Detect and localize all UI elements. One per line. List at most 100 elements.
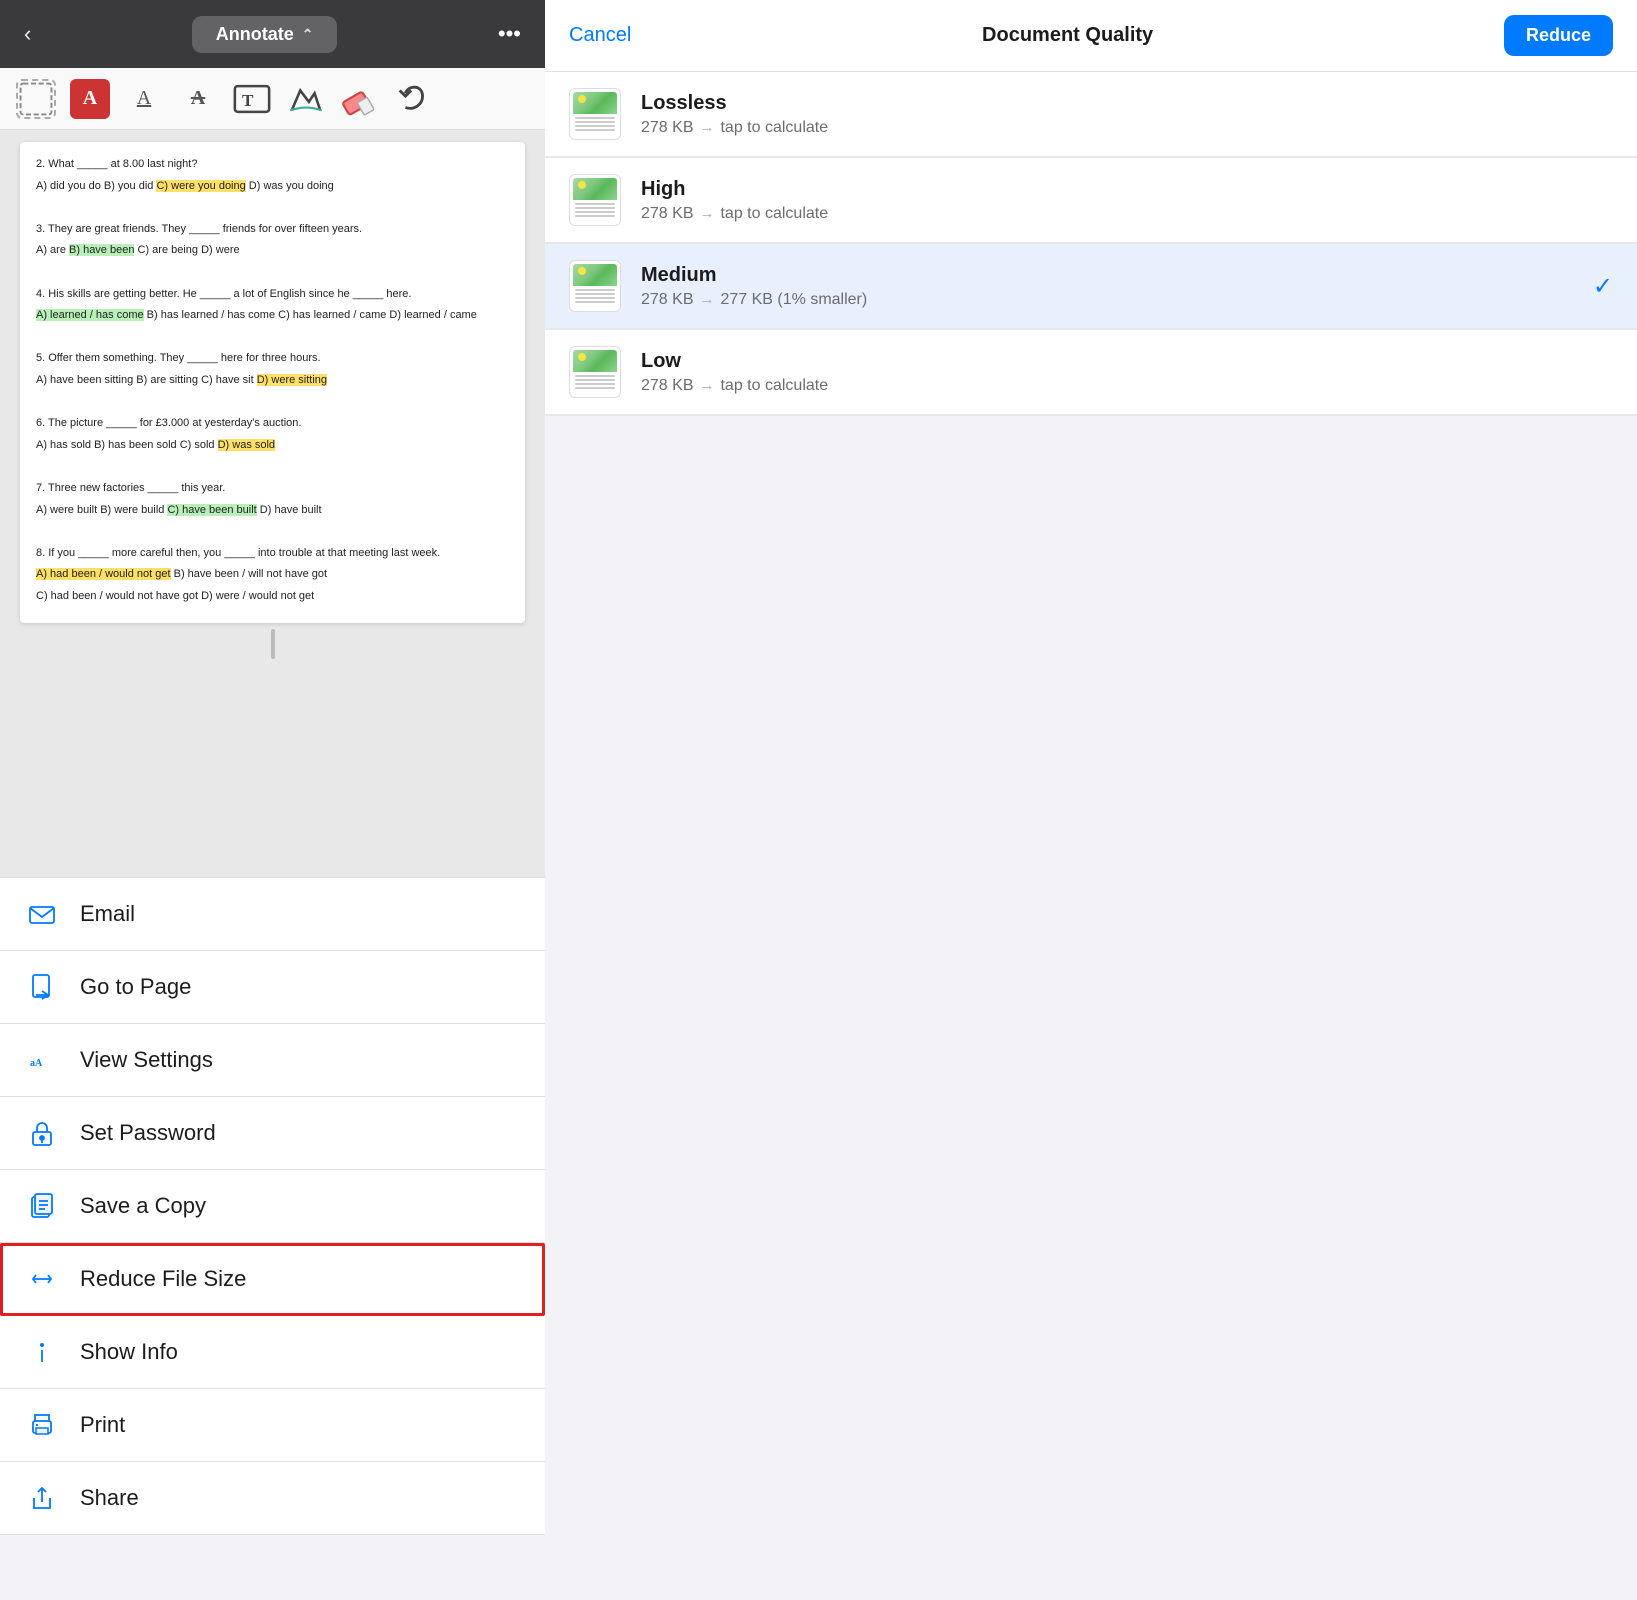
thumb-line [575,297,615,299]
thumbnail-lines [573,286,617,306]
high-info: High 278 KB → tap to calculate [641,178,1613,223]
thumb-line [575,301,615,303]
menu-item-share[interactable]: Share [0,1462,545,1535]
text-box-button[interactable]: T [232,79,272,119]
eraser-button[interactable] [340,79,380,119]
email-icon [24,896,60,932]
doc-line [36,458,509,476]
view-settings-icon: aA [24,1042,60,1078]
doc-line: 3. They are great friends. They _____ fr… [36,221,509,239]
undo-button[interactable] [394,79,434,119]
show-info-label: Show Info [80,1339,178,1365]
reduce-button[interactable]: Reduce [1504,15,1613,56]
doc-line: 7. Three new factories _____ this year. [36,480,509,498]
draw-tool-button[interactable] [286,79,326,119]
document-preview: 2. What _____ at 8.00 last night? A) did… [0,130,545,877]
thumb-line [575,203,615,205]
menu-item-set-password[interactable]: Set Password [0,1097,545,1170]
menu-item-save-a-copy[interactable]: Save a Copy [0,1170,545,1243]
doc-line: 8. If you _____ more careful then, you _… [36,545,509,563]
selected-checkmark-icon: ✓ [1593,272,1613,301]
medium-arrow: → [699,291,714,308]
more-options-button[interactable]: ••• [490,17,529,51]
text-red-icon: A [83,87,97,110]
low-size-from: 278 KB [641,377,693,395]
low-arrow: → [699,377,714,394]
scrollbar[interactable] [271,629,275,659]
thumb-line [575,293,615,295]
thumb-line [575,117,615,119]
share-icon [24,1480,60,1516]
thumb-line [575,379,615,381]
doc-line: A) were built B) were build C) have been… [36,502,509,520]
doc-line [36,329,509,347]
cancel-button[interactable]: Cancel [569,24,631,47]
menu-item-print[interactable]: Print [0,1389,545,1462]
annotate-title-button[interactable]: Annotate ⌃ [192,16,338,53]
menu-item-email[interactable]: Email [0,877,545,951]
text-outline-button[interactable]: A [124,79,164,119]
high-size: 278 KB → tap to calculate [641,205,1613,223]
save-a-copy-icon [24,1188,60,1224]
thumbnail-lines [573,372,617,392]
selection-tool-button[interactable] [16,79,56,119]
lossless-size-to: tap to calculate [720,119,828,137]
doc-line: A) had been / would not get B) have been… [36,566,509,584]
annotate-title-label: Annotate [216,24,294,45]
toolbar-title-container: Annotate ⌃ [51,16,478,53]
menu-item-show-info[interactable]: Show Info [0,1316,545,1389]
doc-line: 6. The picture _____ for £3.000 at yeste… [36,415,509,433]
menu-item-reduce-file-size[interactable]: Reduce File Size [0,1243,545,1316]
text-outline-icon: A [137,87,151,110]
thumb-line [575,121,615,123]
quality-option-lossless[interactable]: Lossless 278 KB → tap to calculate [545,72,1637,157]
doc-line: 5. Offer them something. They _____ here… [36,350,509,368]
low-size: 278 KB → tap to calculate [641,377,1613,395]
svg-text:aA: aA [30,1058,43,1069]
lossless-thumbnail [569,88,621,140]
lossless-size: 278 KB → tap to calculate [641,119,1613,137]
thumbnail-image [573,264,617,286]
go-to-page-icon [24,969,60,1005]
text-highlight-red-button[interactable]: A [70,79,110,119]
lossless-size-from: 278 KB [641,119,693,137]
doc-line: 4. His skills are getting better. He ___… [36,286,509,304]
left-panel: ‹ Annotate ⌃ ••• A A A T [0,0,545,1600]
thumbnail-image [573,92,617,114]
thumb-line [575,125,615,127]
text-strikethrough-button[interactable]: A [178,79,218,119]
menu-list: Email Go to Page aA View Settings [0,877,545,1600]
print-label: Print [80,1412,125,1438]
menu-item-go-to-page[interactable]: Go to Page [0,951,545,1024]
share-label: Share [80,1485,139,1511]
back-button[interactable]: ‹ [16,17,39,51]
low-thumbnail [569,346,621,398]
doc-line [36,394,509,412]
set-password-label: Set Password [80,1120,216,1146]
thumbnail-lines [573,114,617,134]
high-name: High [641,178,1613,201]
doc-line: A) have been sitting B) are sitting C) h… [36,372,509,390]
thumbnail-image [573,350,617,372]
thumb-line [575,289,615,291]
low-info: Low 278 KB → tap to calculate [641,350,1613,395]
lossless-name: Lossless [641,92,1613,115]
medium-name: Medium [641,264,1581,287]
print-icon [24,1407,60,1443]
quality-option-high[interactable]: High 278 KB → tap to calculate [545,158,1637,243]
medium-size: 278 KB → 277 KB (1% smaller) [641,291,1581,309]
doc-line: A) are B) have been C) are being D) were [36,242,509,260]
quality-option-low[interactable]: Low 278 KB → tap to calculate [545,330,1637,415]
medium-thumbnail [569,260,621,312]
document-page: 2. What _____ at 8.00 last night? A) did… [20,142,525,623]
doc-line: C) had been / would not have got D) were… [36,588,509,606]
thumb-line [575,383,615,385]
annotation-toolbar: A A A T [0,68,545,130]
thumbnail-image [573,178,617,200]
right-panel-header: Cancel Document Quality Reduce [545,0,1637,72]
reduce-file-size-icon [24,1261,60,1297]
quality-option-medium[interactable]: Medium 278 KB → 277 KB (1% smaller) ✓ [545,244,1637,329]
menu-item-view-settings[interactable]: aA View Settings [0,1024,545,1097]
thumb-line [575,387,615,389]
toolbar: ‹ Annotate ⌃ ••• [0,0,545,68]
